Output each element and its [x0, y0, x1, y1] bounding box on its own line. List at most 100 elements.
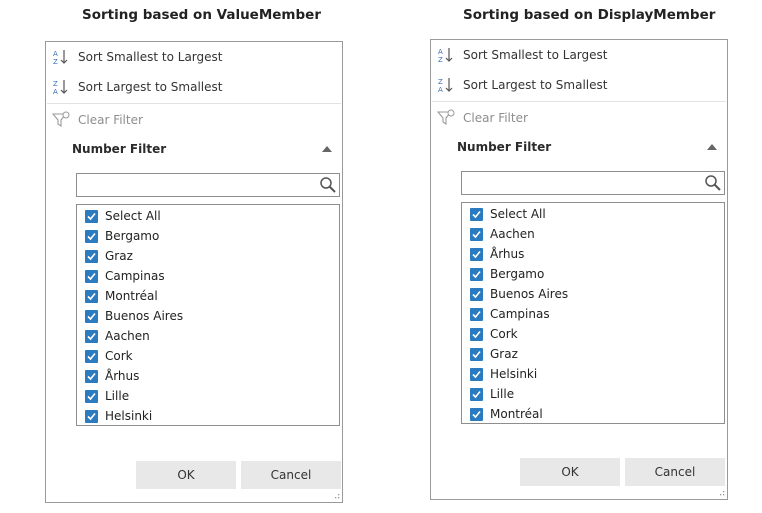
cancel-button[interactable]: Cancel [625, 458, 725, 486]
checkbox[interactable] [85, 289, 98, 303]
checkbox[interactable] [470, 387, 483, 401]
checkbox[interactable] [470, 327, 483, 341]
list-item[interactable]: Montréal [77, 286, 339, 306]
sort-descending-item[interactable]: Z A Sort Largest to Smallest [47, 73, 341, 101]
sort-descending-item[interactable]: Z A Sort Largest to Smallest [432, 71, 726, 99]
list-item[interactable]: Graz [77, 246, 339, 266]
list-item[interactable]: Bergamo [77, 226, 339, 246]
checkmark-icon [472, 210, 481, 218]
checkbox[interactable] [470, 227, 483, 241]
resize-grip-icon[interactable] [332, 492, 340, 500]
list-item[interactable]: Select All [462, 204, 724, 224]
list-item[interactable]: Aachen [462, 224, 724, 244]
caption-value-member: Sorting based on ValueMember [82, 7, 321, 23]
clear-filter-label: Clear Filter [463, 111, 528, 125]
checkmark-icon [472, 250, 481, 258]
checkbox[interactable] [85, 329, 98, 343]
list-item[interactable]: Helsinki [462, 364, 724, 384]
sort-descending-icon: Z A [53, 80, 68, 96]
ok-button[interactable]: OK [520, 458, 620, 486]
list-item-label: Graz [105, 249, 133, 263]
checkbox[interactable] [85, 269, 98, 283]
resize-grip-icon[interactable] [717, 489, 725, 497]
list-item[interactable]: Lille [462, 384, 724, 404]
checkbox-list[interactable]: Select All Aachen Århus Bergamo Buenos A… [461, 202, 725, 424]
list-item[interactable]: Bergamo [462, 264, 724, 284]
clear-filter-item[interactable]: Clear Filter [47, 106, 341, 134]
search-input[interactable] [462, 172, 706, 194]
checkbox[interactable] [85, 389, 98, 403]
checkmark-icon [472, 390, 481, 398]
menu-separator [432, 101, 726, 102]
number-filter-header[interactable]: Number Filter [72, 139, 332, 159]
list-item[interactable]: Helsinki [77, 406, 339, 425]
menu-separator [47, 103, 341, 104]
sort-ascending-item[interactable]: A Z Sort Smallest to Largest [47, 43, 341, 71]
checkmark-icon [472, 310, 481, 318]
number-filter-label: Number Filter [72, 142, 167, 156]
checkmark-icon [472, 410, 481, 418]
list-item-label: Aachen [490, 227, 535, 241]
list-item-label: Helsinki [105, 409, 153, 423]
search-icon[interactable] [319, 176, 337, 194]
list-item-label: Montréal [105, 289, 158, 303]
checkbox[interactable] [470, 267, 483, 281]
checkmark-icon [472, 330, 481, 338]
sort-descending-label: Sort Largest to Smallest [463, 78, 608, 92]
collapse-triangle-icon[interactable] [707, 144, 717, 150]
checkbox[interactable] [85, 209, 98, 223]
checkbox[interactable] [85, 229, 98, 243]
checkmark-icon [472, 270, 481, 278]
checkmark-icon [87, 372, 96, 380]
checkbox[interactable] [470, 247, 483, 261]
sort-ascending-label: Sort Smallest to Largest [463, 48, 608, 62]
svg-text:Z: Z [53, 80, 58, 88]
checkbox[interactable] [85, 349, 98, 363]
checkbox[interactable] [470, 287, 483, 301]
list-item-label: Montréal [490, 407, 543, 421]
collapse-triangle-icon[interactable] [322, 146, 332, 152]
cancel-button[interactable]: Cancel [241, 461, 341, 489]
caption-display-member: Sorting based on DisplayMember [463, 7, 716, 23]
checkbox[interactable] [85, 309, 98, 323]
sort-ascending-icon: A Z [53, 50, 68, 66]
list-item[interactable]: Aachen [77, 326, 339, 346]
clear-filter-item[interactable]: Clear Filter [432, 104, 726, 132]
list-item-label: Bergamo [490, 267, 545, 281]
sort-descending-icon: Z A [438, 78, 453, 94]
svg-text:Z: Z [438, 56, 443, 64]
checkbox[interactable] [470, 207, 483, 221]
sort-ascending-item[interactable]: A Z Sort Smallest to Largest [432, 41, 726, 69]
checkbox[interactable] [85, 409, 98, 423]
list-item-label: Select All [490, 207, 546, 221]
checkbox-list[interactable]: Select All Bergamo Graz Campinas Montréa… [76, 204, 340, 426]
list-item[interactable]: Buenos Aires [77, 306, 339, 326]
checkmark-icon [87, 232, 96, 240]
ok-button[interactable]: OK [136, 461, 236, 489]
checkbox[interactable] [85, 249, 98, 263]
list-item[interactable]: Århus [77, 366, 339, 386]
checkbox[interactable] [470, 367, 483, 381]
list-item[interactable]: Cork [462, 324, 724, 344]
checkmark-icon [87, 292, 96, 300]
list-item[interactable]: Montréal [462, 404, 724, 423]
list-item[interactable]: Buenos Aires [462, 284, 724, 304]
checkbox[interactable] [85, 369, 98, 383]
list-item[interactable]: Graz [462, 344, 724, 364]
list-item[interactable]: Select All [77, 206, 339, 226]
sort-descending-label: Sort Largest to Smallest [78, 80, 223, 94]
list-item[interactable]: Campinas [462, 304, 724, 324]
svg-text:A: A [53, 50, 58, 58]
list-item-label: Bergamo [105, 229, 160, 243]
checkbox[interactable] [470, 407, 483, 421]
checkbox[interactable] [470, 347, 483, 361]
search-input[interactable] [77, 174, 321, 196]
list-item-label: Cork [490, 327, 518, 341]
list-item[interactable]: Cork [77, 346, 339, 366]
list-item[interactable]: Lille [77, 386, 339, 406]
number-filter-header[interactable]: Number Filter [457, 137, 717, 157]
list-item[interactable]: Campinas [77, 266, 339, 286]
list-item[interactable]: Århus [462, 244, 724, 264]
search-icon[interactable] [704, 174, 722, 192]
checkbox[interactable] [470, 307, 483, 321]
